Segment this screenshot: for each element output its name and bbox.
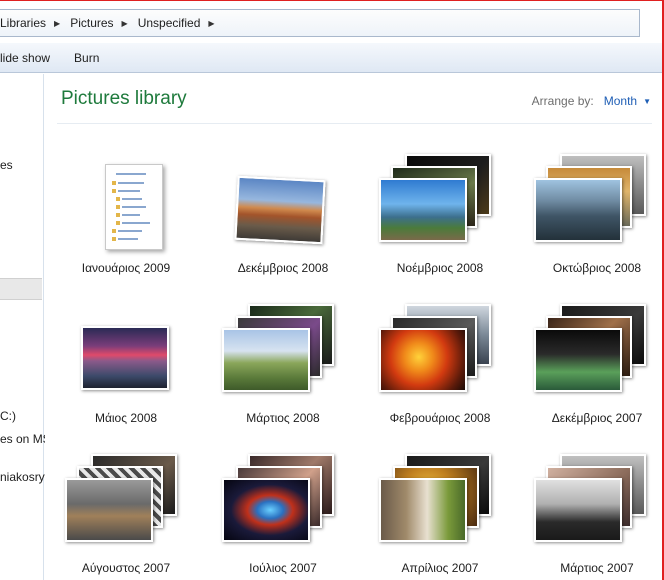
group-label: Μάιος 2008 [94,411,158,425]
slide-show-button[interactable]: lide show [0,43,62,72]
photo-thumbnail [534,178,622,242]
page-title: Pictures library [61,88,187,109]
group-label: Οκτώβριος 2008 [552,261,642,275]
nav-item[interactable]: es on MS [0,432,51,446]
navigation-pane: es C:) es on MS niakosryt [0,74,51,580]
arrange-value[interactable]: Month [604,94,637,108]
group-tile[interactable]: Δεκέμβριος 2007 [522,294,662,425]
chevron-right-icon[interactable]: ▶ [52,19,66,28]
group-tile[interactable]: Νοέμβριος 2008 [365,144,515,275]
photo-thumbnail [379,178,467,242]
breadcrumb-unspecified[interactable]: Unspecified ▶ [134,10,221,36]
chevron-right-icon[interactable]: ▶ [206,19,220,28]
group-label: Μάρτιος 2007 [560,561,634,575]
photo-thumbnail [534,478,622,542]
group-label: Δεκέμβριος 2008 [237,261,329,275]
nav-item[interactable]: niakosryt [0,470,48,484]
photo-thumbnail [65,478,153,542]
group-label: Απρίλιος 2007 [401,561,479,575]
photo-thumbnail [222,478,310,542]
group-label: Αύγουστος 2007 [81,561,171,575]
burn-button[interactable]: Burn [62,43,111,72]
photo-thumbnail [222,328,310,392]
group-label: Φεβρουάριος 2008 [389,411,491,425]
group-tile[interactable]: Φεβρουάριος 2008 [365,294,515,425]
group-tile[interactable]: Ιανουάριος 2009 [51,144,201,275]
group-label: Ιανουάριος 2009 [81,261,171,275]
breadcrumb-label: Unspecified [137,16,201,30]
divider [57,123,652,124]
photo-thumbnail [81,326,169,390]
breadcrumb-libraries[interactable]: Libraries ▶ [0,10,66,36]
group-label: Νοέμβριος 2008 [396,261,484,275]
group-label: Ιούλιος 2007 [249,561,317,575]
breadcrumb-pictures[interactable]: Pictures ▶ [66,10,134,36]
nav-selected-item[interactable] [0,278,42,300]
arrange-by-control[interactable]: Arrange by: Month ▼ [532,94,651,108]
breadcrumb-label: Libraries [0,16,47,30]
group-label: Μάρτιος 2008 [246,411,320,425]
photo-thumbnail [379,328,467,392]
group-label: Δεκέμβριος 2007 [551,411,643,425]
nav-item[interactable]: C:) [0,409,16,423]
address-bar[interactable]: Libraries ▶ Pictures ▶ Unspecified ▶ [0,9,640,37]
group-tile[interactable]: Αύγουστος 2007 [51,444,201,575]
group-tile[interactable]: Μάιος 2008 [51,294,201,425]
content-pane: Pictures library Arrange by: Month ▼ Ιαν… [45,74,662,580]
photo-thumbnail [534,328,622,392]
photo-thumbnail [234,175,326,245]
explorer-window: Libraries ▶ Pictures ▶ Unspecified ▶ lid… [0,0,664,580]
arrange-label: Arrange by: [531,94,594,108]
document-thumbnail [105,164,163,250]
command-bar: lide show Burn [0,43,662,73]
group-tile[interactable]: Δεκέμβριος 2008 [208,144,358,275]
group-tile[interactable]: Μάρτιος 2007 [522,444,662,575]
group-tile[interactable]: Ιούλιος 2007 [208,444,358,575]
chevron-right-icon[interactable]: ▶ [120,19,134,28]
group-tile[interactable]: Απρίλιος 2007 [365,444,515,575]
breadcrumb-label: Pictures [70,16,114,30]
photo-thumbnail [379,478,467,542]
group-tile[interactable]: Οκτώβριος 2008 [522,144,662,275]
nav-item[interactable]: es [0,158,13,172]
chevron-down-icon[interactable]: ▼ [643,97,651,106]
group-tile[interactable]: Μάρτιος 2008 [208,294,358,425]
